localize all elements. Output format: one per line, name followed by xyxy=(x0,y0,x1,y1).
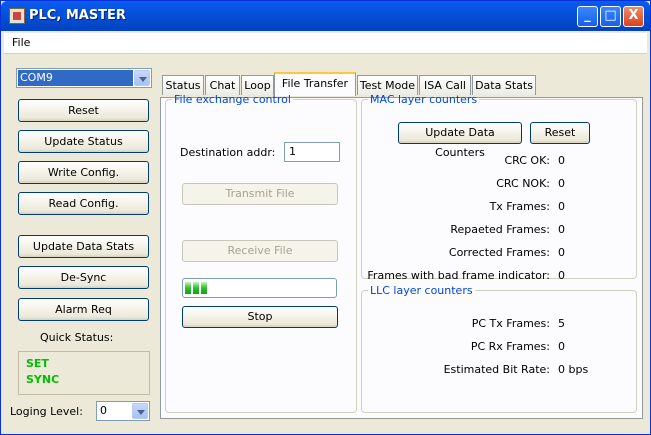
progress-block xyxy=(201,282,207,294)
mac-row-label: Corrected Frames: xyxy=(448,246,550,259)
main-content: COM9 Reset Update Status Write Config. R… xyxy=(4,55,647,431)
llc-counters-group: LLC layer counters PC Tx Frames: 5 PC Rx… xyxy=(361,284,637,413)
mac-row-label: CRC OK: xyxy=(504,154,550,167)
close-icon: X xyxy=(628,8,639,23)
mac-counters-group: MAC layer counters Update Data Counters … xyxy=(361,93,637,282)
file-transfer-panel: File exchange control Destination addr: … xyxy=(160,93,643,419)
minimize-button[interactable]: _ xyxy=(577,6,598,27)
tab-isa-call[interactable]: ISA Call xyxy=(419,75,471,95)
progress-block xyxy=(193,282,199,294)
receive-file-button[interactable]: Receive File xyxy=(182,240,338,262)
loging-level-select[interactable]: 0 xyxy=(96,401,150,421)
status-sync: SYNC xyxy=(26,373,60,386)
maximize-button[interactable]: □ xyxy=(600,6,621,27)
llc-row-label: PC Tx Frames: xyxy=(471,317,550,330)
tab-status[interactable]: Status xyxy=(162,75,204,95)
write-config-button[interactable]: Write Config. xyxy=(18,161,149,184)
progress-fill xyxy=(185,282,207,294)
llc-row-value: 0 xyxy=(558,340,565,353)
llc-row-label: PC Rx Frames: xyxy=(470,340,550,353)
title-bar[interactable]: PLC, MASTER _ □ X xyxy=(1,1,650,31)
mac-row-value: 0 xyxy=(558,177,565,190)
menu-bar: File xyxy=(4,33,647,54)
minimize-icon: _ xyxy=(584,8,591,23)
loging-level-label: Loging Level: xyxy=(10,405,83,418)
quick-status-label: Quick Status: xyxy=(40,331,114,344)
mac-row-label: Tx Frames: xyxy=(489,200,550,213)
progress-block xyxy=(185,282,191,294)
window-title: PLC, MASTER xyxy=(29,8,126,23)
file-exchange-title: File exchange control xyxy=(174,93,291,106)
port-select[interactable]: COM9 xyxy=(16,68,152,88)
llc-row-value: 5 xyxy=(558,317,565,330)
mac-row-value: 0 xyxy=(558,154,565,167)
mac-row-value: 0 xyxy=(558,269,565,282)
maximize-icon: □ xyxy=(604,8,617,23)
port-select-value: COM9 xyxy=(18,70,133,86)
mac-row-label: Frames with bad frame indicator: xyxy=(367,269,550,282)
tab-chat[interactable]: Chat xyxy=(205,75,240,95)
tab-data-stats[interactable]: Data Stats xyxy=(472,75,536,95)
menu-file[interactable]: File xyxy=(12,36,30,49)
llc-counters-title: LLC layer counters xyxy=(370,284,473,297)
update-data-counters-button[interactable]: Update Data Counters xyxy=(398,122,522,159)
tab-loop[interactable]: Loop xyxy=(241,75,274,95)
mac-counters-title: MAC layer counters xyxy=(370,93,478,106)
reset-button[interactable]: Reset xyxy=(18,99,149,122)
update-status-button[interactable]: Update Status xyxy=(18,130,149,153)
mac-row-label: Repaeted Frames: xyxy=(450,223,550,236)
app-icon xyxy=(9,8,25,24)
chevron-down-icon[interactable] xyxy=(134,70,150,86)
close-button[interactable]: X xyxy=(623,6,644,27)
app-window: PLC, MASTER _ □ X File COM9 Reset Update… xyxy=(0,0,651,435)
status-set: SET xyxy=(26,357,49,370)
llc-row-value: 0 bps xyxy=(558,363,589,376)
read-config-button[interactable]: Read Config. xyxy=(18,192,149,215)
llc-row-label: Estimated Bit Rate: xyxy=(443,363,550,376)
mac-row-value: 0 xyxy=(558,246,565,259)
chevron-down-icon[interactable] xyxy=(132,403,148,419)
file-exchange-group: File exchange control Destination addr: … xyxy=(165,93,357,413)
destination-addr-input[interactable]: 1 xyxy=(284,142,340,162)
desync-button[interactable]: De-Sync xyxy=(18,266,149,289)
mac-row-label: CRC NOK: xyxy=(496,177,550,190)
mac-row-value: 0 xyxy=(558,223,565,236)
mac-reset-button[interactable]: Reset xyxy=(530,122,590,144)
loging-level-value: 0 xyxy=(98,403,131,419)
update-data-stats-button[interactable]: Update Data Stats xyxy=(18,235,149,258)
alarm-req-button[interactable]: Alarm Req xyxy=(18,298,149,321)
stop-button[interactable]: Stop xyxy=(182,306,338,328)
transfer-progress-bar xyxy=(182,278,337,298)
tab-test-mode[interactable]: Test Mode xyxy=(357,75,418,95)
quick-status-panel: SET SYNC xyxy=(18,351,150,395)
transmit-file-button[interactable]: Transmit File xyxy=(182,183,338,205)
destination-label: Destination addr: xyxy=(180,146,276,159)
mac-row-value: 0 xyxy=(558,200,565,213)
